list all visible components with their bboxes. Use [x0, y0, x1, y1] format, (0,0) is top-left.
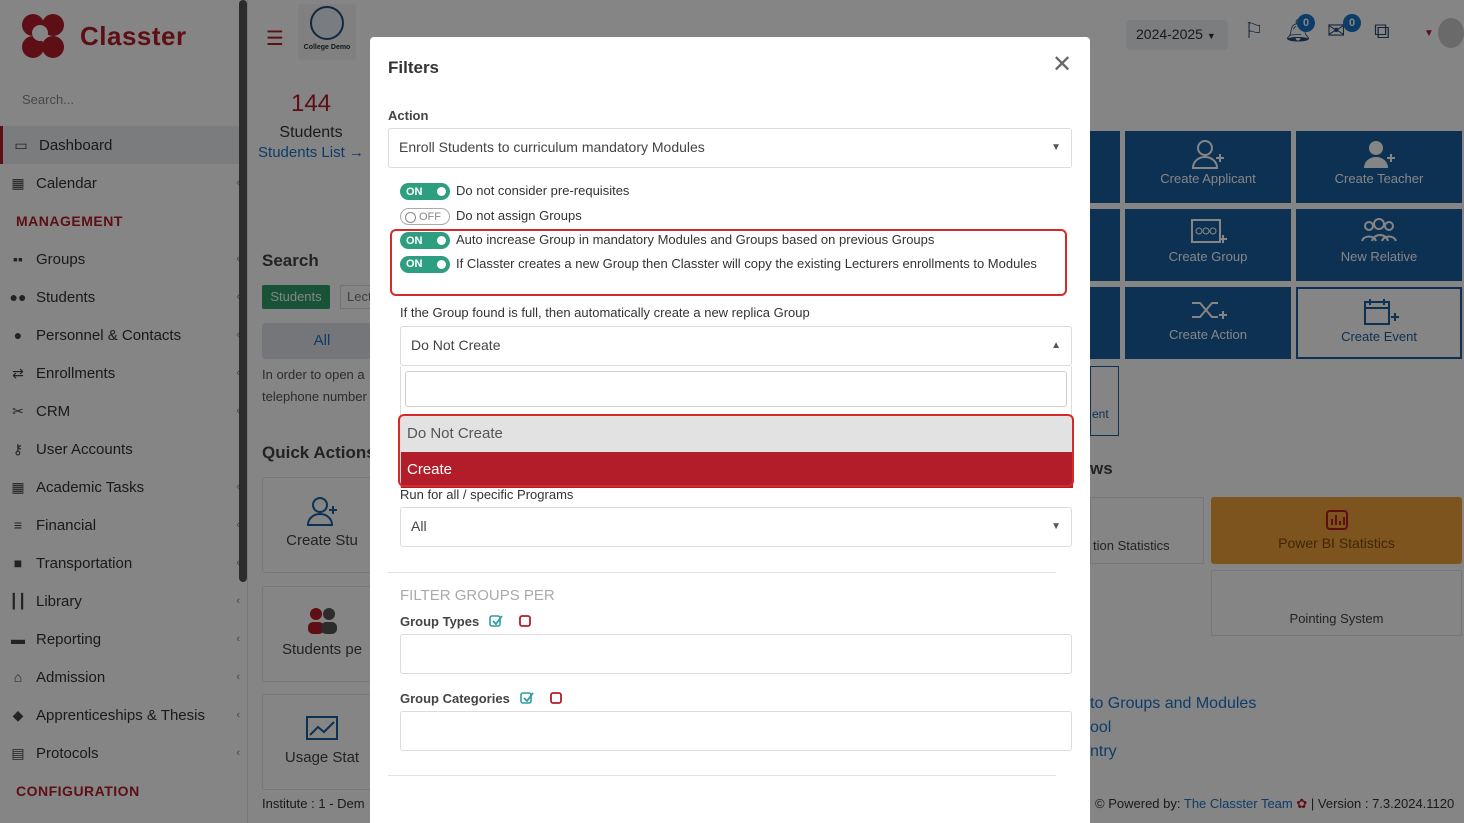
action-select-value: Enroll Students to curriculum mandatory … — [399, 139, 705, 155]
assign-groups-toggle[interactable]: OFF — [400, 208, 450, 225]
programs-label: Run for all / specific Programs — [400, 487, 574, 502]
select-all-icon[interactable] — [520, 691, 534, 705]
toggle-label: Auto increase Group in mandatory Modules… — [456, 232, 935, 247]
select-all-icon[interactable] — [489, 614, 503, 628]
filters-modal: Filters ✕ Action Enroll Students to curr… — [370, 37, 1090, 823]
group-categories-input[interactable] — [400, 711, 1072, 751]
action-label: Action — [388, 108, 429, 123]
close-icon[interactable]: ✕ — [1052, 53, 1072, 77]
toggle-label: Do not consider pre-requisites — [456, 183, 630, 198]
divider — [388, 775, 1056, 776]
replica-select-value: Do Not Create — [411, 337, 501, 353]
prerequisites-toggle[interactable]: ON — [400, 183, 450, 200]
toggle-row-auto-increase: ON Auto increase Group in mandatory Modu… — [400, 232, 934, 249]
auto-increase-toggle[interactable]: ON — [400, 232, 450, 249]
filter-groups-title: FILTER GROUPS PER — [400, 587, 555, 604]
group-categories-label: Group Categories — [400, 691, 510, 706]
group-types-label: Group Types — [400, 614, 480, 629]
toggle-label: If Classter creates a new Group then Cla… — [456, 256, 1037, 271]
programs-select[interactable]: All ▼ — [400, 507, 1072, 547]
toggle-row-assign-groups: OFF Do not assign Groups — [400, 208, 582, 225]
replica-select[interactable]: Do Not Create ▲ — [400, 326, 1072, 366]
dropdown-search-input[interactable] — [405, 371, 1067, 407]
divider — [388, 572, 1056, 573]
programs-select-value: All — [411, 518, 427, 534]
highlight-frame — [398, 414, 1074, 487]
modal-title: Filters — [388, 58, 440, 77]
toggle-label: Do not assign Groups — [456, 208, 582, 223]
caret-down-icon: ▼ — [1051, 521, 1061, 532]
caret-down-icon: ▼ — [1051, 142, 1061, 153]
replica-label: If the Group found is full, then automat… — [400, 305, 810, 320]
deselect-all-icon[interactable] — [549, 691, 563, 705]
toggle-row-copy-lecturers: ON If Classter creates a new Group then … — [400, 256, 1040, 273]
action-select[interactable]: Enroll Students to curriculum mandatory … — [388, 128, 1072, 168]
deselect-all-icon[interactable] — [518, 614, 532, 628]
caret-up-icon: ▲ — [1051, 340, 1061, 351]
toggle-row-prerequisites: ON Do not consider pre-requisites — [400, 183, 629, 200]
group-types-input[interactable] — [400, 634, 1072, 674]
copy-lecturers-toggle[interactable]: ON — [400, 256, 450, 273]
